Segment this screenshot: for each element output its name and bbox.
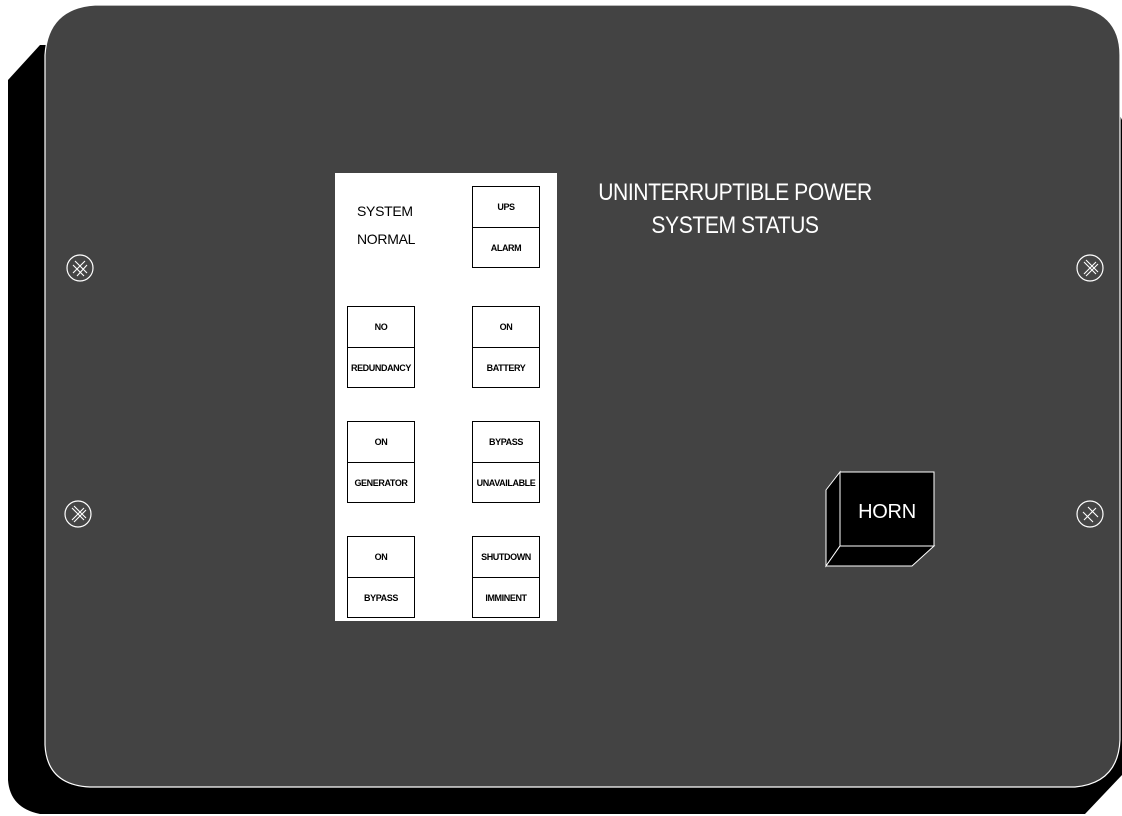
screw-icon — [1076, 500, 1104, 528]
screw-icon — [64, 500, 92, 528]
indicator-top-label: ON — [473, 307, 539, 348]
system-normal-label-line-2: NORMAL — [357, 231, 416, 247]
ups-status-panel: UNINTERRUPTIBLE POWER SYSTEM STATUS SYST… — [0, 0, 1122, 816]
on-generator-indicator: ON GENERATOR — [347, 421, 415, 503]
screw-icon — [1076, 254, 1104, 282]
indicator-bottom-label: REDUNDANCY — [350, 363, 411, 373]
indicator-bottom-label: UNAVAILABLE — [476, 478, 536, 488]
indicator-bottom-label: BYPASS — [364, 593, 398, 603]
panel-title-line-1: UNINTERRUPTIBLE POWER — [598, 179, 872, 206]
indicator-top-label: NO — [348, 307, 414, 348]
indicator-top-label: ON — [348, 422, 414, 463]
indicator-label-card: SYSTEM NORMAL UPS ALARM NO REDUNDANCY ON… — [335, 173, 557, 621]
on-battery-indicator: ON BATTERY — [472, 306, 540, 388]
indicator-top-label: ON — [348, 537, 414, 578]
indicator-bottom-label: ALARM — [490, 243, 522, 253]
shutdown-imminent-indicator: SHUTDOWN IMMINENT — [472, 536, 540, 618]
panel-title-line-2: SYSTEM STATUS — [651, 212, 819, 239]
ups-alarm-indicator: UPS ALARM — [472, 186, 540, 268]
no-redundancy-indicator: NO REDUNDANCY — [347, 306, 415, 388]
indicator-bottom-label: IMMINENT — [485, 593, 527, 603]
indicator-bottom-label: GENERATOR — [354, 478, 408, 488]
panel-face — [44, 4, 1121, 788]
screw-icon — [66, 254, 94, 282]
indicator-bottom-label: BATTERY — [486, 363, 526, 373]
on-bypass-indicator: ON BYPASS — [347, 536, 415, 618]
system-normal-label-line-1: SYSTEM — [357, 203, 413, 219]
horn-button[interactable]: HORN — [840, 490, 934, 534]
panel-drawing — [8, 4, 1122, 814]
indicator-top-label: UPS — [473, 187, 539, 228]
indicator-top-label: SHUTDOWN — [473, 537, 539, 578]
indicator-top-label: BYPASS — [473, 422, 539, 463]
bypass-unavailable-indicator: BYPASS UNAVAILABLE — [472, 421, 540, 503]
